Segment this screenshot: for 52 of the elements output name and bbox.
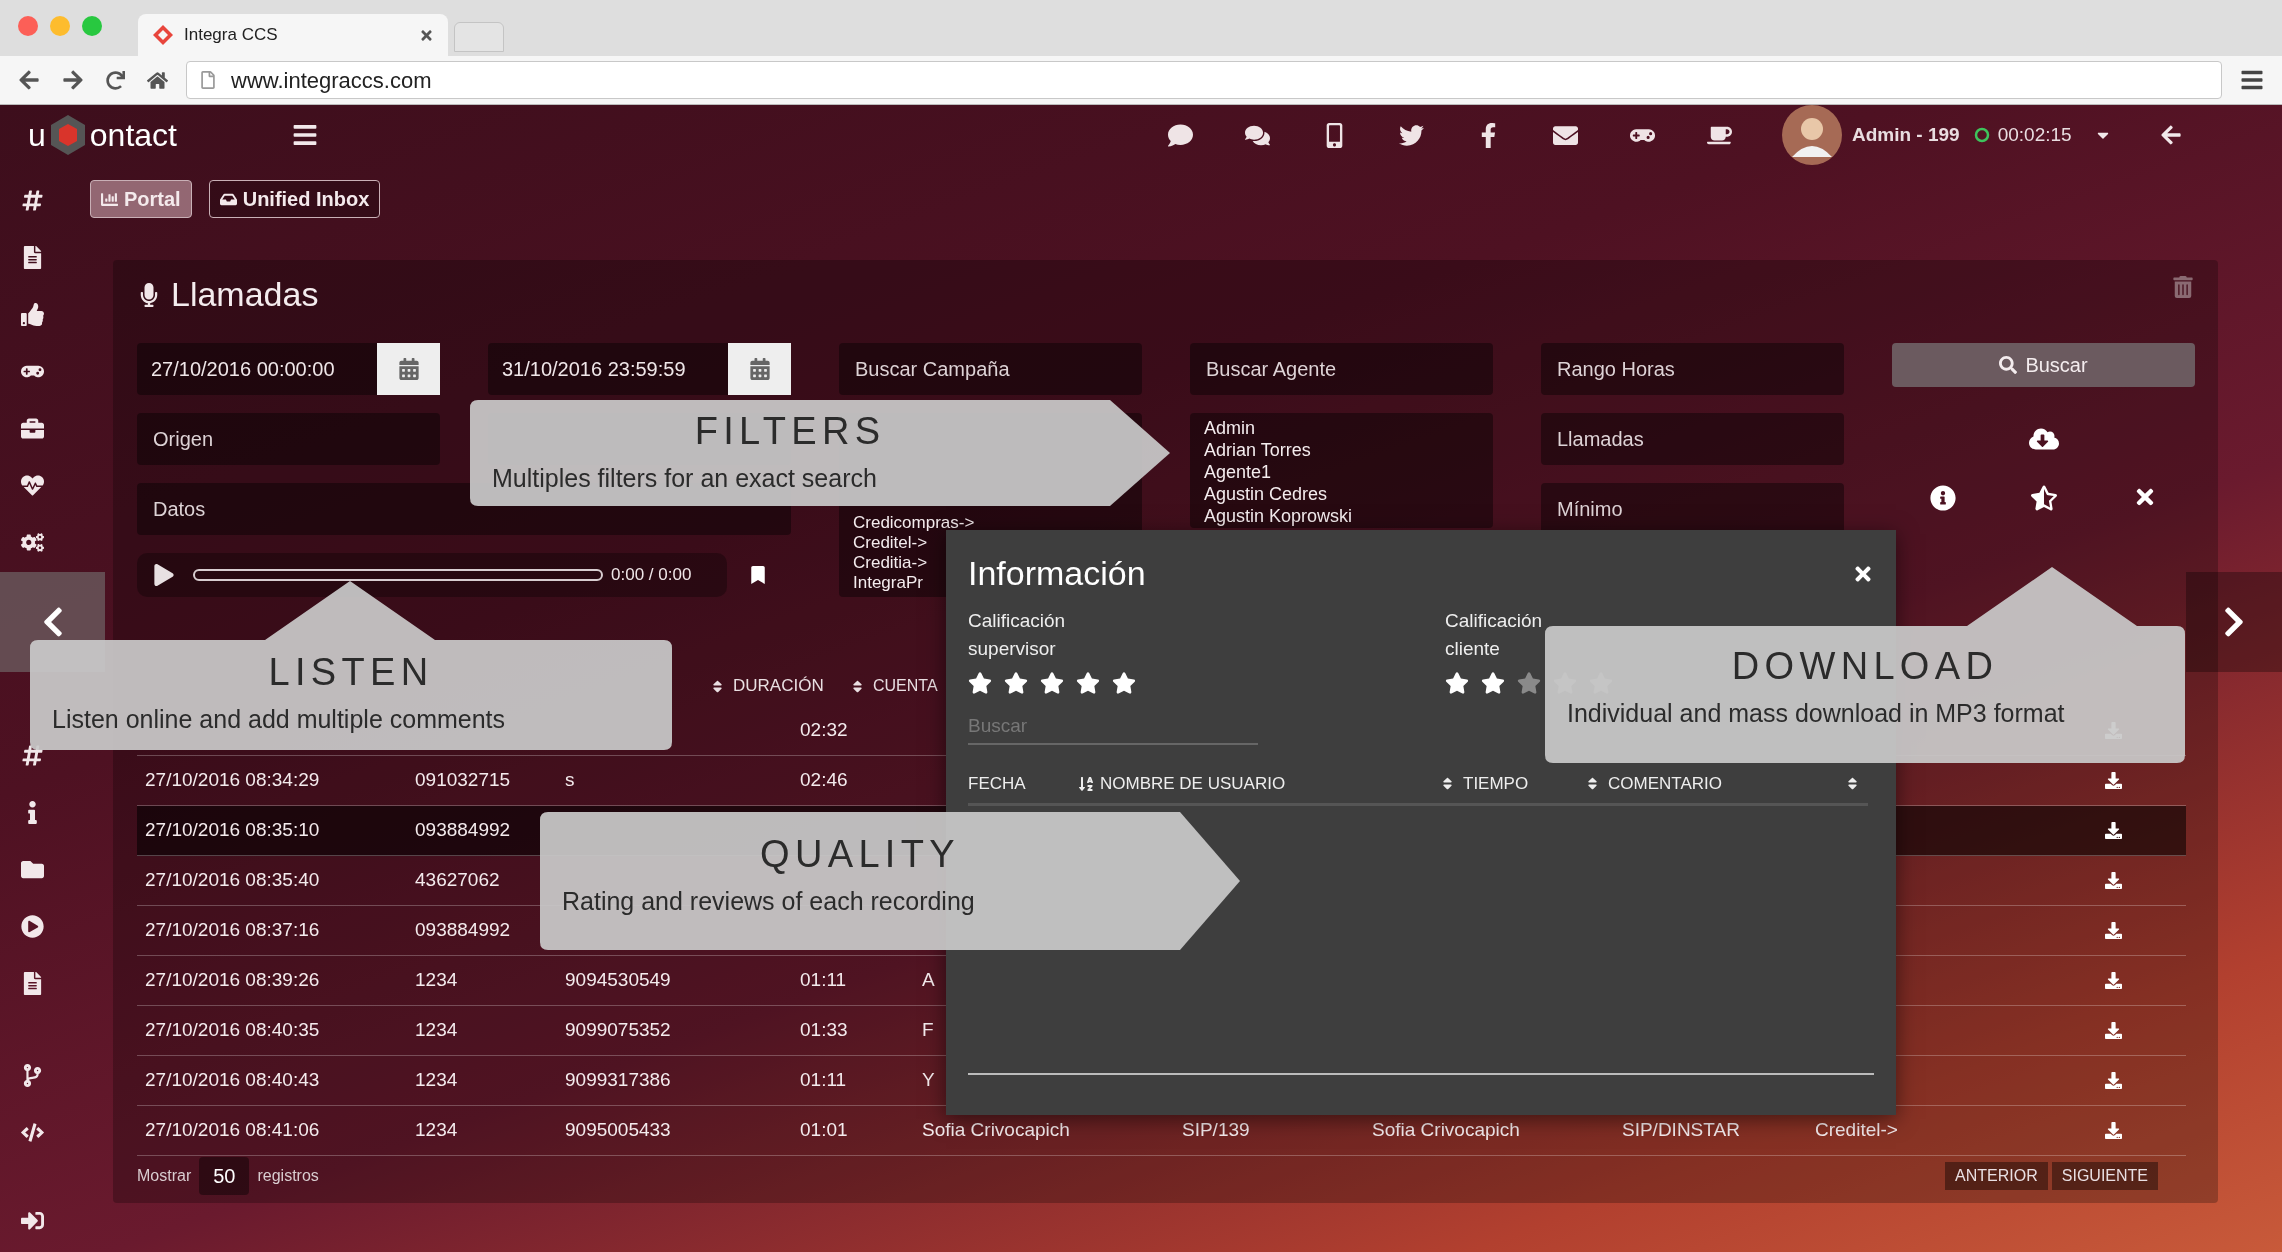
table-cell-text: 9095005433 — [565, 1118, 671, 1143]
table-cell-text: 1234 — [415, 968, 458, 993]
records-label: registros — [257, 1166, 319, 1186]
callout-title: QUALITY — [760, 832, 960, 877]
table-cell-text: 01:11 — [800, 968, 847, 993]
table-cell-text: 1234 — [415, 1018, 458, 1043]
table-cell-text: 9099317386 — [565, 1068, 671, 1093]
table-cell-text: 093884992 — [415, 818, 511, 843]
table-cell-text: Creditel-> — [1815, 1118, 1898, 1143]
table-cell-text: 27/10/2016 08:39:26 — [145, 968, 320, 993]
table-cell-text: 27/10/2016 08:35:40 — [145, 868, 320, 893]
table-cell-text: s — [565, 768, 575, 793]
dialog-title: Información — [968, 553, 1146, 594]
callout-title: LISTEN — [268, 650, 434, 695]
table-cell-text: 093884992 — [415, 918, 511, 943]
table-cell-text: 1234 — [415, 1118, 458, 1143]
table-cell-text: A — [922, 968, 935, 993]
table-cell-text: SIP/DINSTAR — [1622, 1118, 1740, 1143]
rating-label: Calificación cliente — [1445, 609, 1544, 661]
table-cell-text: SIP/139 — [1182, 1118, 1250, 1143]
table-cell-text: 27/10/2016 08:37:16 — [145, 918, 320, 943]
table-cell-text: 02:32 — [800, 718, 848, 743]
table-cell-text: 9099075352 — [565, 1018, 671, 1043]
callout-title: DOWNLOAD — [1731, 644, 1999, 689]
table-cell-text: Sofia Crivocapich — [922, 1118, 1070, 1143]
panel-title: Llamadas — [171, 274, 319, 315]
table-cell-text: 1234 — [415, 1068, 458, 1093]
table-cell-text: 27/10/2016 08:35:10 — [145, 818, 320, 843]
table-cell-text: 01:33 — [800, 1018, 848, 1043]
table-cell-text: 43627062 — [415, 868, 500, 893]
table-cell-text: 01:11 — [800, 1068, 847, 1093]
callout-title: FILTERS — [694, 409, 886, 454]
user-name: Admin - 199 — [1851, 122, 1960, 147]
table-cell-text: 27/10/2016 08:40:35 — [145, 1018, 320, 1043]
table-cell-text: Y — [922, 1068, 935, 1093]
table-cell-text: 27/10/2016 08:40:43 — [145, 1068, 320, 1093]
session-timer: 00:02:15 — [1997, 122, 2072, 147]
playback-time: 0:00 / 0:00 — [611, 564, 692, 587]
table-cell-text: 27/10/2016 08:34:29 — [145, 768, 320, 793]
table-cell-text: 091032715 — [415, 768, 511, 793]
show-label: Mostrar — [137, 1166, 192, 1186]
table-cell-text: 9094530549 — [565, 968, 671, 993]
rating-label: Calificación supervisor — [968, 609, 1067, 661]
table-cell-text: F — [922, 1018, 934, 1043]
callout-text: Individual and mass download in MP3 format — [1567, 698, 2065, 729]
table-cell-text: Sofia Crivocapich — [1372, 1118, 1520, 1143]
callout-text: Listen online and add multiple comments — [52, 704, 506, 735]
tab-title: Integra CCS — [184, 24, 279, 47]
table-cell-text: 27/10/2016 08:41:06 — [145, 1118, 320, 1143]
callout-text: Rating and reviews of each recording — [562, 886, 975, 917]
table-cell-text: 02:46 — [800, 768, 848, 793]
table-cell-text: 01:01 — [800, 1118, 848, 1143]
